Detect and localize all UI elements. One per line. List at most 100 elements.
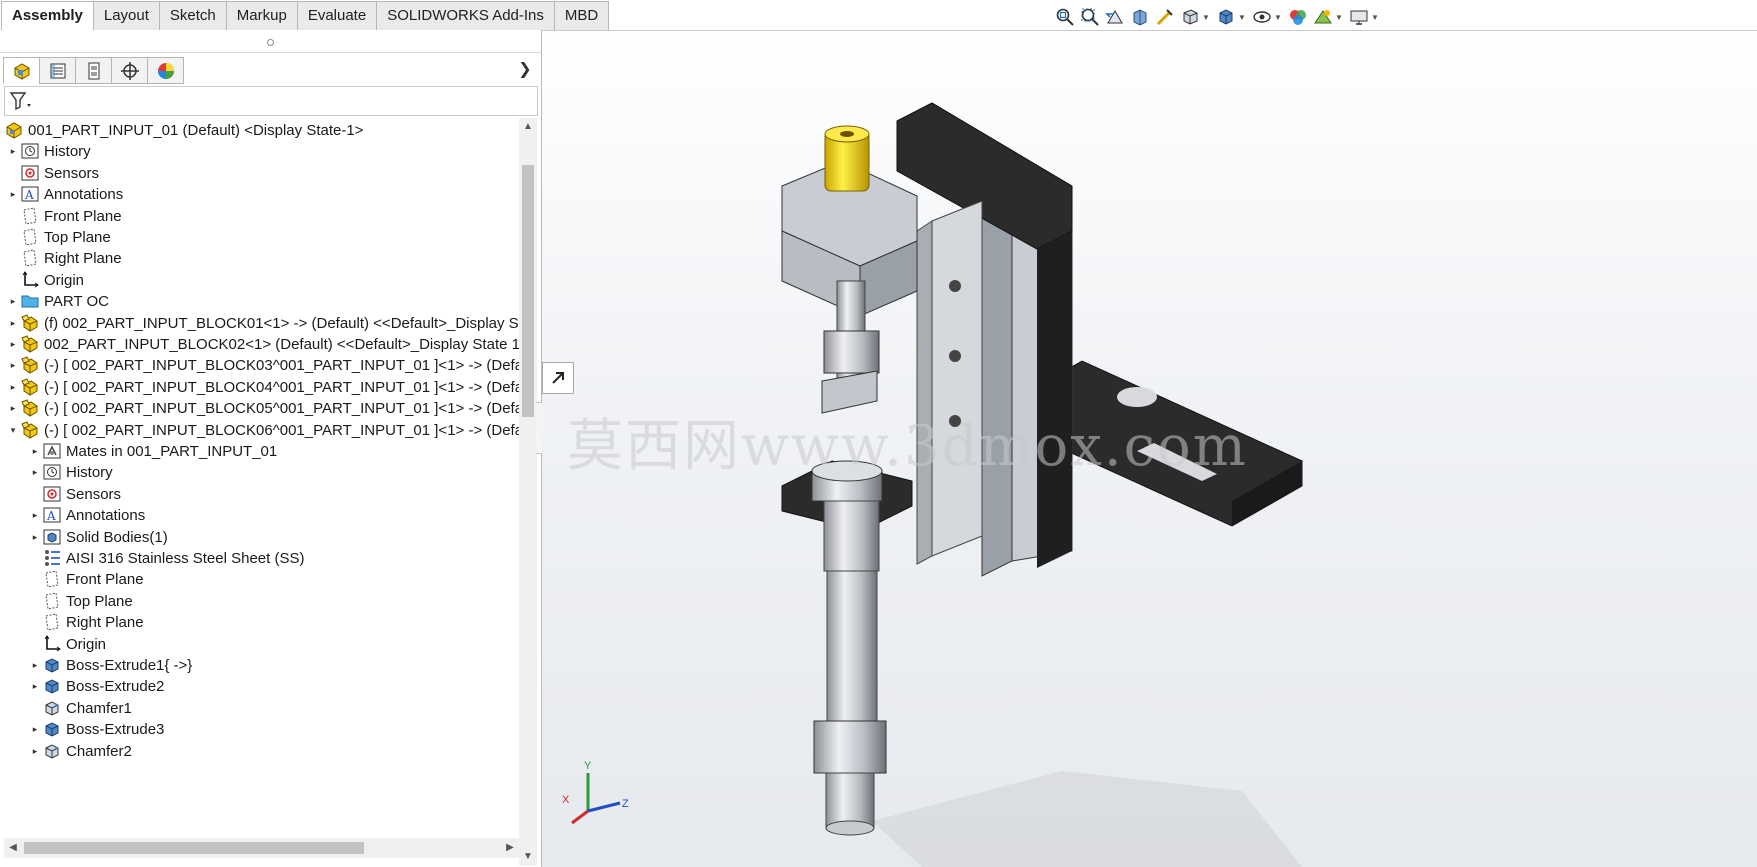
tree-item[interactable]: ▸ A Annotations (4, 182, 519, 206)
expand-arrow-icon[interactable]: ▸ (6, 182, 20, 206)
expand-arrow-icon[interactable]: ▸ (28, 460, 42, 484)
horizontal-scroll-thumb[interactable] (24, 842, 364, 854)
tree-item-label: Origin (44, 271, 85, 289)
dynamic-annotation-icon[interactable] (1155, 7, 1175, 27)
vertical-scroll-thumb[interactable] (522, 165, 534, 417)
edit-appearance-icon[interactable] (1288, 7, 1308, 27)
chevron-right-icon[interactable]: ❯ (517, 60, 533, 80)
view-settings-icon[interactable] (1349, 7, 1369, 27)
apply-scene-dropdown-icon[interactable]: ▼ (1335, 13, 1343, 22)
tab-assembly[interactable]: Assembly (1, 1, 94, 30)
expand-panel-button[interactable] (542, 362, 574, 394)
part-icon (20, 398, 40, 418)
annotations-icon: A (20, 184, 40, 204)
zoom-to-fit-icon[interactable] (1055, 7, 1075, 27)
tree-item-label: Chamfer2 (66, 742, 132, 760)
command-tabs: Assembly Layout Sketch Markup Evaluate SOLIDW… (1, 1, 610, 30)
tree-item-label: Origin (66, 635, 107, 653)
tree-item-label: Top Plane (66, 592, 133, 610)
tab-mbd[interactable]: MBD (553, 1, 610, 30)
tab-layout[interactable]: Layout (92, 1, 160, 30)
sensors-icon (42, 484, 62, 504)
tree-item[interactable]: ▸ A Annotations (4, 503, 519, 527)
tree-item-label: (-) [ 002_PART_INPUT_BLOCK03^001_PART_IN… (44, 356, 519, 374)
tree-item-label: Right Plane (44, 249, 122, 267)
expand-arrow-icon[interactable]: ▸ (6, 353, 20, 377)
tab-sketch[interactable]: Sketch (158, 1, 227, 30)
scroll-left-icon[interactable]: ◀ (4, 838, 22, 858)
svg-text:A: A (46, 509, 56, 523)
tree-filter-bar[interactable] (4, 86, 538, 116)
hide-show-items-icon[interactable] (1252, 7, 1272, 27)
apply-scene-icon[interactable] (1313, 7, 1333, 27)
extrude-feature-icon (42, 655, 62, 675)
tree-item[interactable]: Right Plane (4, 610, 519, 634)
configurationmanager-tab[interactable] (75, 57, 112, 84)
tree-item[interactable]: ▸ (-) [ 002_PART_INPUT_BLOCK05^001_PART_I… (4, 396, 519, 420)
part-icon (20, 334, 40, 354)
part-icon (20, 420, 40, 440)
tree-item[interactable]: Right Plane (4, 246, 519, 270)
plane-icon (42, 591, 62, 611)
tree-item[interactable]: ▸ Boss-Extrude3 (4, 717, 519, 741)
tree-item-label: Annotations (44, 185, 124, 203)
expand-arrow-icon[interactable]: ▸ (6, 289, 20, 313)
mates-icon (42, 441, 62, 461)
section-view-icon[interactable] (1130, 7, 1150, 27)
expand-arrow-icon[interactable]: ▸ (6, 139, 20, 163)
tree-item[interactable]: Front Plane (4, 567, 519, 591)
dimxpertmanager-tab[interactable] (111, 57, 148, 84)
view-orientation-icon[interactable] (1180, 7, 1200, 27)
scroll-down-icon[interactable]: ▼ (519, 848, 537, 866)
tree-vertical-scrollbar[interactable]: ▲ ▼ (519, 118, 537, 866)
tab-markup[interactable]: Markup (225, 1, 298, 30)
tree-item-label: (-) [ 002_PART_INPUT_BLOCK04^001_PART_IN… (44, 378, 519, 396)
plane-icon (42, 569, 62, 589)
tree-item-label: History (44, 142, 91, 160)
tree-item-label: 002_PART_INPUT_BLOCK02<1> (Default) <<De… (44, 335, 519, 353)
assembly-icon (4, 120, 24, 140)
zoom-to-area-icon[interactable] (1080, 7, 1100, 27)
expand-arrow-icon[interactable]: ▸ (28, 674, 42, 698)
previous-view-icon[interactable] (1105, 7, 1125, 27)
propertymanager-tab[interactable] (39, 57, 76, 84)
tree-item-label: Front Plane (66, 570, 144, 588)
tree-item[interactable]: ▸ Boss-Extrude2 (4, 674, 519, 698)
graphics-area[interactable]: 莫西网www.3dmox.com Y Z X (542, 31, 1757, 867)
history-icon (42, 462, 62, 482)
hide-show-dropdown-icon[interactable]: ▼ (1274, 13, 1282, 22)
view-settings-dropdown-icon[interactable]: ▼ (1371, 13, 1379, 22)
tree-item[interactable]: ▸ History (4, 460, 519, 484)
tree-horizontal-scrollbar[interactable]: ◀ ▶ (4, 838, 519, 858)
tree-item-label: Right Plane (66, 613, 144, 631)
tree-item-label: (f) 002_PART_INPUT_BLOCK01<1> -> (Defaul… (44, 314, 519, 332)
feature-manager-panel: ❯ 001_PART_INPUT_01 (Default) <Display S… (0, 30, 542, 867)
tree-item[interactable]: ▸ History (4, 139, 519, 163)
displaymanager-tab[interactable] (147, 57, 184, 84)
filter-icon[interactable] (9, 90, 33, 112)
expand-arrow-icon[interactable]: ▸ (28, 739, 42, 763)
tree-item-label: Front Plane (44, 207, 122, 225)
tree-item-label: Chamfer1 (66, 699, 132, 717)
tree-item[interactable]: ▸ Chamfer2 (4, 739, 519, 763)
expand-arrow-icon[interactable]: ▸ (6, 396, 20, 420)
tab-evaluate[interactable]: Evaluate (296, 1, 378, 30)
chamfer-feature-icon (42, 698, 62, 718)
triad-x-label: X (562, 794, 570, 806)
featuremanager-tab[interactable] (3, 57, 40, 84)
watermark-text: 莫西网www.3dmox.com (567, 414, 1248, 479)
tree-item-label: AISI 316 Stainless Steel Sheet (SS) (66, 549, 305, 567)
panel-grip[interactable] (0, 30, 541, 53)
tree-item[interactable]: ▸ (-) [ 002_PART_INPUT_BLOCK03^001_PART_I… (4, 353, 519, 377)
view-orientation-dropdown-icon[interactable]: ▼ (1202, 13, 1210, 22)
expand-arrow-icon[interactable]: ▸ (28, 717, 42, 741)
scroll-right-icon[interactable]: ▶ (501, 838, 519, 858)
origin-icon (20, 270, 40, 290)
display-style-icon[interactable] (1216, 7, 1236, 27)
expand-arrow-icon[interactable]: ▸ (28, 503, 42, 527)
tab-solidworks-add-ins[interactable]: SOLIDWORKS Add-Ins (376, 1, 555, 30)
scroll-up-icon[interactable]: ▲ (519, 118, 537, 136)
tree-item[interactable]: ▸ PART OC (4, 289, 519, 313)
display-style-dropdown-icon[interactable]: ▼ (1238, 13, 1246, 22)
